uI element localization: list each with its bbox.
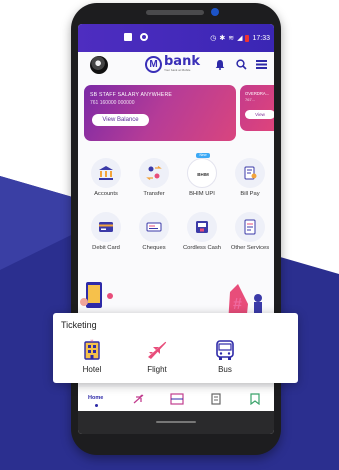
- phone-camera: [211, 8, 219, 16]
- service-label: Debit Card: [92, 245, 120, 251]
- menu-icon[interactable]: [256, 59, 267, 70]
- service-label: Cheques: [142, 245, 166, 251]
- services-icon: [244, 219, 256, 235]
- nav-active-indicator: [95, 404, 98, 407]
- status-time: 17:33: [252, 34, 270, 42]
- ticketing-title: Ticketing: [61, 320, 97, 330]
- svg-text:H: H: [91, 339, 94, 343]
- flight-icon[interactable]: [133, 393, 145, 405]
- svg-text:#: #: [233, 296, 242, 313]
- home-indicator[interactable]: [156, 421, 196, 423]
- service-debit-card[interactable]: Debit Card: [82, 212, 130, 251]
- peek-view-button[interactable]: View: [245, 110, 274, 119]
- alarm-icon: ◷: [210, 35, 217, 42]
- service-label: Cordless Cash: [182, 245, 222, 251]
- signal-icon: ◢: [237, 35, 243, 42]
- service-transfer[interactable]: Transfer: [130, 158, 178, 197]
- peek-card-number: 767...: [245, 97, 256, 102]
- service-label: Other Services: [230, 245, 270, 251]
- service-other-services[interactable]: Other Services: [226, 212, 274, 251]
- cash-icon: [196, 221, 208, 233]
- bhim-logo-text: BHIM: [197, 172, 209, 177]
- ticket-flight[interactable]: Flight: [132, 339, 182, 374]
- service-accounts[interactable]: Accounts: [82, 158, 130, 197]
- app-notification-icon: [140, 33, 148, 41]
- system-nav-bar: [78, 411, 274, 434]
- service-label: Bill Pay: [240, 191, 260, 197]
- bell-icon[interactable]: [215, 59, 225, 70]
- app-header: M bank Your bank at Mobile: [78, 52, 274, 78]
- search-icon[interactable]: [236, 59, 247, 70]
- logo-mark-icon: M: [145, 56, 162, 73]
- service-bhim-upi[interactable]: New BHIM BHIM UPI: [178, 153, 226, 197]
- phone-frame: ◷ ✱ ≋ ◢ 17:33 M bank Your bank at Mobile: [71, 3, 281, 455]
- account-number: 761 160000 000000: [90, 100, 135, 106]
- ticket-bus[interactable]: Bus: [200, 339, 250, 374]
- ticket-icon[interactable]: [170, 393, 184, 405]
- ticket-hotel[interactable]: H Hotel: [67, 339, 117, 374]
- service-bill-pay[interactable]: Bill Pay: [226, 158, 274, 197]
- phone-speaker: [146, 10, 204, 15]
- overdraft-card[interactable]: OVERDRA... 767... View: [240, 85, 274, 131]
- notification-icon: [124, 33, 132, 41]
- hotel-icon: H: [84, 339, 100, 360]
- bottom-navigation: Home: [78, 387, 274, 411]
- flight-icon: [148, 341, 167, 359]
- balance-card[interactable]: SB STAFF SALARY ANYWHERE 761 160000 0000…: [84, 85, 236, 141]
- service-cordless-cash[interactable]: Cordless Cash: [178, 212, 226, 251]
- bluetooth-icon: ✱: [219, 35, 226, 42]
- view-balance-button[interactable]: View Balance: [92, 114, 149, 126]
- avatar[interactable]: [90, 56, 108, 74]
- status-bar: ◷ ✱ ≋ ◢ 17:33: [78, 24, 274, 52]
- logo-text: bank: [164, 54, 200, 69]
- transfer-icon: [146, 166, 162, 180]
- ticket-label: Bus: [218, 365, 232, 374]
- wifi-icon: ≋: [228, 35, 235, 42]
- service-label: Accounts: [94, 191, 118, 197]
- bookmark-icon[interactable]: [250, 393, 260, 405]
- logo-tagline: Your bank at Mobile: [164, 68, 191, 72]
- battery-icon: [245, 34, 250, 42]
- service-cheques[interactable]: Cheques: [130, 212, 178, 251]
- ticketing-panel: Ticketing H Hotel Flight Bus: [53, 313, 298, 383]
- bank-icon: [99, 166, 113, 180]
- bank-logo: M bank Your bank at Mobile: [145, 54, 200, 76]
- nav-home[interactable]: Home: [88, 395, 103, 401]
- account-name: SB STAFF SALARY ANYWHERE: [90, 92, 173, 98]
- card-icon: [99, 222, 113, 232]
- peek-card-title: OVERDRA...: [245, 91, 270, 96]
- ticket-label: Hotel: [82, 365, 102, 374]
- document-icon[interactable]: [210, 393, 222, 405]
- cheque-icon: [146, 222, 162, 232]
- service-label: BHIM UPI: [189, 191, 215, 197]
- bhim-upi-icon: BHIM: [197, 172, 209, 177]
- bill-icon: [244, 166, 257, 180]
- bus-icon: [216, 340, 234, 360]
- ticket-label: Flight: [147, 365, 167, 374]
- service-label: Transfer: [143, 191, 165, 197]
